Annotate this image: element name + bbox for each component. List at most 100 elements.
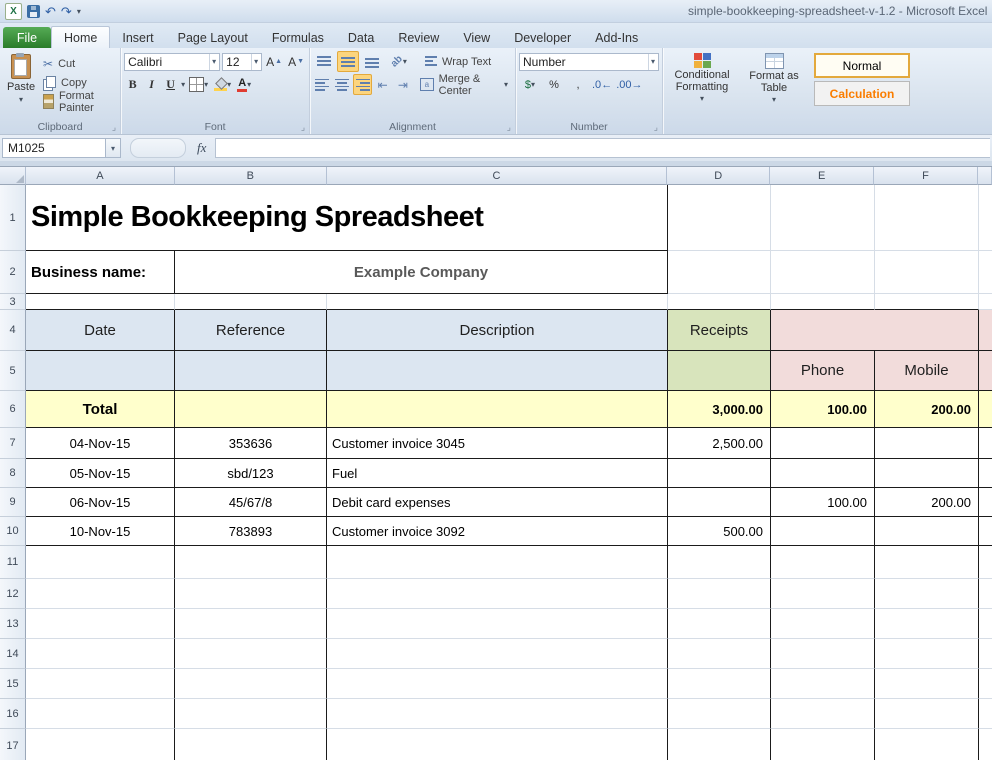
row-header-7[interactable]: 7 [0,428,26,459]
cell-E10[interactable] [771,517,875,546]
cell-F14[interactable] [875,639,979,669]
cell-E12[interactable] [771,579,875,609]
column-header-C[interactable]: C [327,167,668,185]
cell-style-calculation[interactable]: Calculation [814,81,910,106]
cell-C15[interactable] [327,669,668,699]
cell-D4[interactable]: Receipts [668,310,771,351]
cell-A5[interactable] [26,351,175,391]
underline-button[interactable]: U [162,76,179,94]
cell-F7[interactable] [875,428,979,459]
cell-S15[interactable] [979,669,992,699]
cell-C12[interactable] [327,579,668,609]
cell-S6[interactable] [979,391,992,428]
row-header-8[interactable]: 8 [0,459,26,488]
cell-D6[interactable]: 3,000.00 [668,391,771,428]
cell-S3[interactable] [979,294,992,310]
cell-A4[interactable]: Date [26,310,175,351]
cell-B3[interactable] [175,294,327,310]
cell-B16[interactable] [175,699,327,729]
cell-B6[interactable] [175,391,327,428]
name-box-dropdown[interactable]: ▾ [106,138,121,158]
cell-S13[interactable] [979,609,992,639]
cell-C7[interactable]: Customer invoice 3045 [327,428,668,459]
percent-style-button[interactable]: % [543,75,565,95]
row-header-9[interactable]: 9 [0,488,26,517]
cell-A6[interactable]: Total [26,391,175,428]
cell-D2[interactable] [668,251,771,294]
cell-A2[interactable]: Business name: [26,251,175,294]
row-header-5[interactable]: 5 [0,351,26,391]
cell-A11[interactable] [26,546,175,579]
cell-D9[interactable] [668,488,771,517]
cell-B15[interactable] [175,669,327,699]
cell-A3[interactable] [26,294,175,310]
cell-D1[interactable] [668,185,771,251]
dialog-launcher-icon[interactable]: ⌟ [112,123,116,132]
cell-F1[interactable] [875,185,979,251]
insert-function-icon[interactable]: fx [197,140,206,156]
format-painter-button[interactable]: Format Painter [39,92,117,111]
cell-F6[interactable]: 200.00 [875,391,979,428]
align-center-button[interactable] [333,74,351,95]
cell-C14[interactable] [327,639,668,669]
cell-C8[interactable]: Fuel [327,459,668,488]
cell-D3[interactable] [668,294,771,310]
cell-E14[interactable] [771,639,875,669]
cell-D8[interactable] [668,459,771,488]
column-header-A[interactable]: A [26,167,175,185]
cell-B11[interactable] [175,546,327,579]
qat-menu-icon[interactable]: ▾ [77,7,81,16]
column-header-B[interactable]: B [175,167,327,185]
paste-button[interactable]: Paste ▾ [3,50,39,119]
cell-D11[interactable] [668,546,771,579]
decrease-decimal-button[interactable]: .00→ [615,75,643,95]
undo-icon[interactable]: ↶ [45,5,56,18]
cell-F16[interactable] [875,699,979,729]
cell-B4[interactable]: Reference [175,310,327,351]
cell-C4[interactable]: Description [327,310,668,351]
top-align-button[interactable] [313,51,335,72]
cell-C5[interactable] [327,351,668,391]
cell-B12[interactable] [175,579,327,609]
tab-add-ins[interactable]: Add-Ins [583,27,650,48]
cell-B5[interactable] [175,351,327,391]
cell-C6[interactable] [327,391,668,428]
tab-data[interactable]: Data [336,27,386,48]
tab-review[interactable]: Review [386,27,451,48]
cell-S9[interactable] [979,488,992,517]
orientation-button[interactable]: ab▾ [385,51,413,72]
font-color-button[interactable]: A▾ [235,76,253,94]
cell-E6[interactable]: 100.00 [771,391,875,428]
shrink-font-button[interactable]: A▼ [286,53,306,71]
merge-center-button[interactable]: a Merge & Center ▾ [416,75,512,94]
chevron-down-icon[interactable]: ▾ [181,80,185,89]
cell-F17[interactable] [875,729,979,760]
cell-C9[interactable]: Debit card expenses [327,488,668,517]
cell-S8[interactable] [979,459,992,488]
cell-D14[interactable] [668,639,771,669]
cell-E7[interactable] [771,428,875,459]
dialog-launcher-icon[interactable]: ⌟ [301,123,305,132]
cell-A1[interactable]: Simple Bookkeeping Spreadsheet [26,185,668,251]
cell-S17[interactable] [979,729,992,760]
increase-indent-button[interactable]: ⇥ [394,74,412,95]
number-format-select[interactable]: Number ▾ [519,53,659,71]
cell-E13[interactable] [771,609,875,639]
grow-font-button[interactable]: A▲ [264,53,284,71]
cell-E2[interactable] [771,251,875,294]
font-size-select[interactable]: 12 ▾ [222,53,262,71]
cell-F3[interactable] [875,294,979,310]
cell-B14[interactable] [175,639,327,669]
cell-A7[interactable]: 04-Nov-15 [26,428,175,459]
cell-F8[interactable] [875,459,979,488]
cell-F12[interactable] [875,579,979,609]
cell-S10[interactable] [979,517,992,546]
select-all-corner[interactable] [0,167,26,185]
cell-B8[interactable]: sbd/123 [175,459,327,488]
cell-F15[interactable] [875,669,979,699]
cell-A12[interactable] [26,579,175,609]
cell-S2[interactable] [979,251,992,294]
cell-C16[interactable] [327,699,668,729]
cell-E17[interactable] [771,729,875,760]
row-header-17[interactable]: 17 [0,729,26,760]
